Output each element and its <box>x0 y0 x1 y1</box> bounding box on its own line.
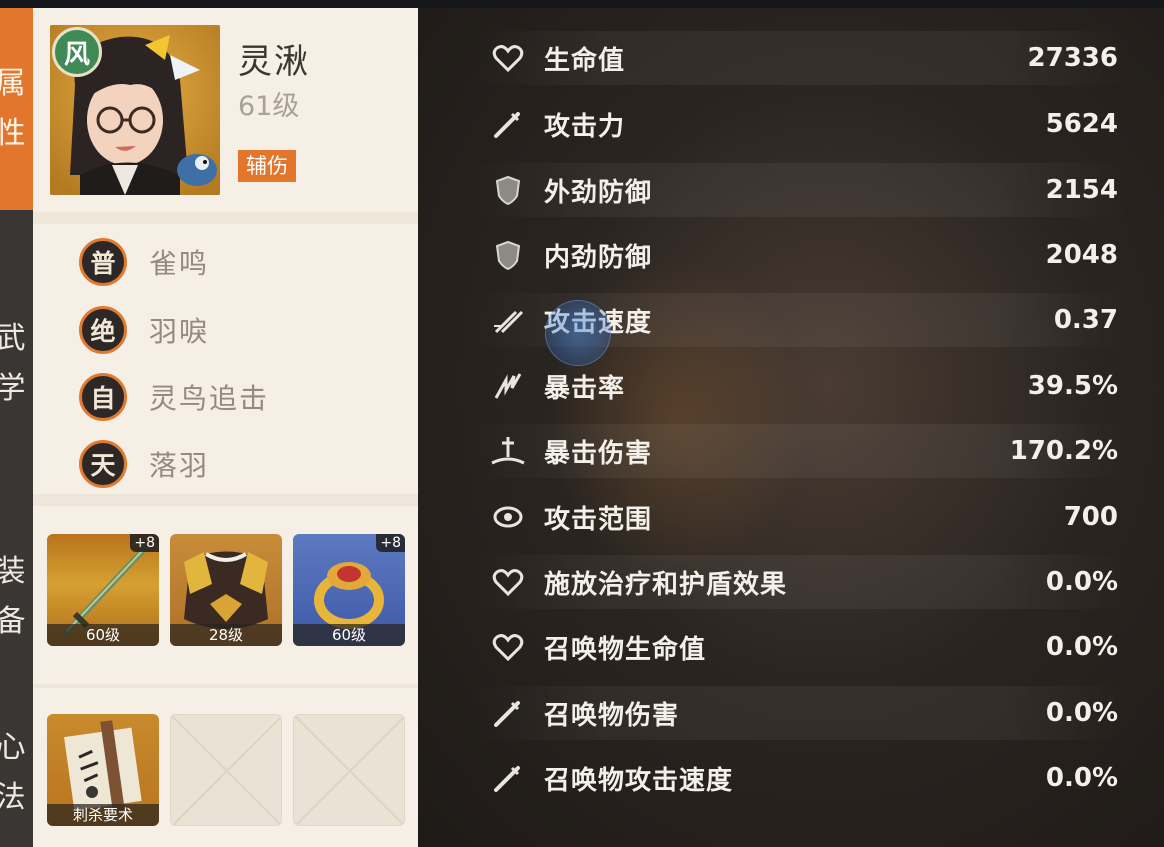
stat-value: 0.0% <box>1045 632 1118 662</box>
hero-panel: 风 灵湫 61级 辅伤 普 雀鸣 绝 羽唳 自 灵鸟追击 天 落羽 +8 60级… <box>33 8 418 847</box>
stat-value: 700 <box>1063 502 1118 532</box>
skill-row[interactable]: 普 雀鸣 <box>79 232 209 292</box>
empty-slot-icon <box>171 715 281 825</box>
skill-type-badge: 天 <box>79 440 127 488</box>
stat-value: 27336 <box>1027 43 1118 73</box>
stat-label: 攻击力 <box>544 111 626 142</box>
skill-name: 灵鸟追击 <box>149 382 270 415</box>
tab-equipment[interactable]: 装 备 <box>0 514 33 680</box>
stat-value: 39.5% <box>1027 371 1118 401</box>
stat-value: 0.0% <box>1045 763 1118 793</box>
equipment-enhance-badge: +8 <box>130 534 159 552</box>
tab-equipment-char-1: 装 <box>0 554 26 589</box>
stat-row-inner-defense: 内劲防御 2048 <box>474 228 1130 282</box>
stat-label: 暴击伤害 <box>544 438 653 469</box>
skill-row[interactable]: 天 落羽 <box>79 434 209 494</box>
stat-value: 5624 <box>1045 109 1118 139</box>
stat-row-crit-damage: 暴击伤害 170.2% <box>474 424 1130 478</box>
stat-label: 内劲防御 <box>544 242 653 273</box>
tab-martial-arts-char-2: 学 <box>0 371 26 406</box>
stat-value: 0.0% <box>1045 698 1118 728</box>
stat-label: 暴击率 <box>544 373 626 404</box>
crit-icon <box>490 368 526 404</box>
skill-type-badge: 自 <box>79 373 127 421</box>
stat-row-summon-hp: 召唤物生命值 0.0% <box>474 620 1130 674</box>
tab-attributes[interactable]: 属 性 <box>0 8 33 210</box>
stat-label: 召唤物生命值 <box>544 634 707 665</box>
stat-row-outer-defense: 外劲防御 2154 <box>474 163 1130 217</box>
skill-name: 落羽 <box>149 449 210 482</box>
skill-row[interactable]: 自 灵鸟追击 <box>79 367 269 427</box>
heart-icon <box>490 564 526 600</box>
hero-name: 灵湫 <box>238 42 310 82</box>
equipment-section: +8 60级 28级 +8 60级 <box>33 506 418 684</box>
element-badge: 风 <box>52 27 102 77</box>
stat-row-summon-attack-speed: 召唤物攻击速度 0.0% <box>474 751 1130 805</box>
empty-slot-icon <box>294 715 404 825</box>
tab-equipment-char-2: 备 <box>0 604 26 639</box>
tab-martial-arts[interactable]: 武 学 <box>0 230 33 498</box>
stat-label: 攻击范围 <box>544 504 653 535</box>
tab-attributes-char-1: 属 <box>0 66 26 101</box>
xinfa-name: 刺杀要术 <box>47 804 159 826</box>
equipment-enhance-badge: +8 <box>376 534 405 552</box>
stat-label: 召唤物攻击速度 <box>544 765 734 796</box>
stat-row-crit-rate: 暴击率 39.5% <box>474 359 1130 413</box>
dagger-icon <box>490 106 526 142</box>
dagger-icon <box>490 760 526 796</box>
stat-value: 0.0% <box>1045 567 1118 597</box>
hero-card: 风 灵湫 61级 辅伤 <box>33 8 418 212</box>
skill-row[interactable]: 绝 羽唳 <box>79 300 209 360</box>
equipment-slot-armor[interactable]: 28级 <box>170 534 282 646</box>
tab-attributes-char-2: 性 <box>0 116 26 151</box>
tab-xinfa[interactable]: 心 法 <box>0 698 33 847</box>
skill-name: 雀鸣 <box>149 247 210 280</box>
touch-indicator <box>545 300 611 366</box>
stat-value: 2048 <box>1045 240 1118 270</box>
tab-xinfa-char-2: 法 <box>0 779 26 815</box>
stat-value: 170.2% <box>1009 436 1118 466</box>
shield-icon <box>490 172 526 208</box>
stat-label: 生命值 <box>544 45 626 76</box>
tab-xinfa-char-1: 心 <box>0 729 26 765</box>
xinfa-section: 刺杀要术 <box>33 688 418 847</box>
stat-label: 外劲防御 <box>544 177 653 208</box>
hero-role-badge: 辅伤 <box>238 150 296 182</box>
tab-martial-arts-char-1: 武 <box>0 321 26 356</box>
crossed-daggers-icon <box>490 302 526 338</box>
equipment-level: 60级 <box>47 624 159 646</box>
stat-value: 0.37 <box>1053 305 1118 335</box>
xinfa-slot-empty[interactable] <box>293 714 405 826</box>
range-icon <box>490 499 526 535</box>
stat-row-attack-range: 攻击范围 700 <box>474 490 1130 544</box>
stat-label: 召唤物伤害 <box>544 700 680 731</box>
equipment-level: 28级 <box>170 624 282 646</box>
stat-value: 2154 <box>1045 175 1118 205</box>
skill-type-badge: 绝 <box>79 306 127 354</box>
skills-section: 普 雀鸣 绝 羽唳 自 灵鸟追击 天 落羽 <box>33 224 418 494</box>
hero-level: 61级 <box>238 91 300 122</box>
stat-row-hp: 生命值 27336 <box>474 31 1130 85</box>
xinfa-slot[interactable]: 刺杀要术 <box>47 714 159 826</box>
crit-damage-icon <box>490 433 526 469</box>
heart-icon <box>490 40 526 76</box>
equipment-slot-weapon[interactable]: +8 60级 <box>47 534 159 646</box>
stat-row-heal-shield: 施放治疗和护盾效果 0.0% <box>474 555 1130 609</box>
stat-row-summon-damage: 召唤物伤害 0.0% <box>474 686 1130 740</box>
heart-icon <box>490 629 526 665</box>
stat-label: 施放治疗和护盾效果 <box>544 569 788 600</box>
top-strip <box>0 0 1164 8</box>
tab-rail: 属 性 武 学 装 备 心 法 <box>0 8 33 847</box>
equipment-level: 60级 <box>293 624 405 646</box>
stat-row-attack: 攻击力 5624 <box>474 97 1130 151</box>
equipment-slot-ring[interactable]: +8 60级 <box>293 534 405 646</box>
hero-portrait[interactable]: 风 <box>50 25 220 195</box>
skill-type-badge: 普 <box>79 238 127 286</box>
skill-name: 羽唳 <box>149 315 210 348</box>
dagger-icon <box>490 695 526 731</box>
xinfa-slot-empty[interactable] <box>170 714 282 826</box>
shield-icon <box>490 237 526 273</box>
